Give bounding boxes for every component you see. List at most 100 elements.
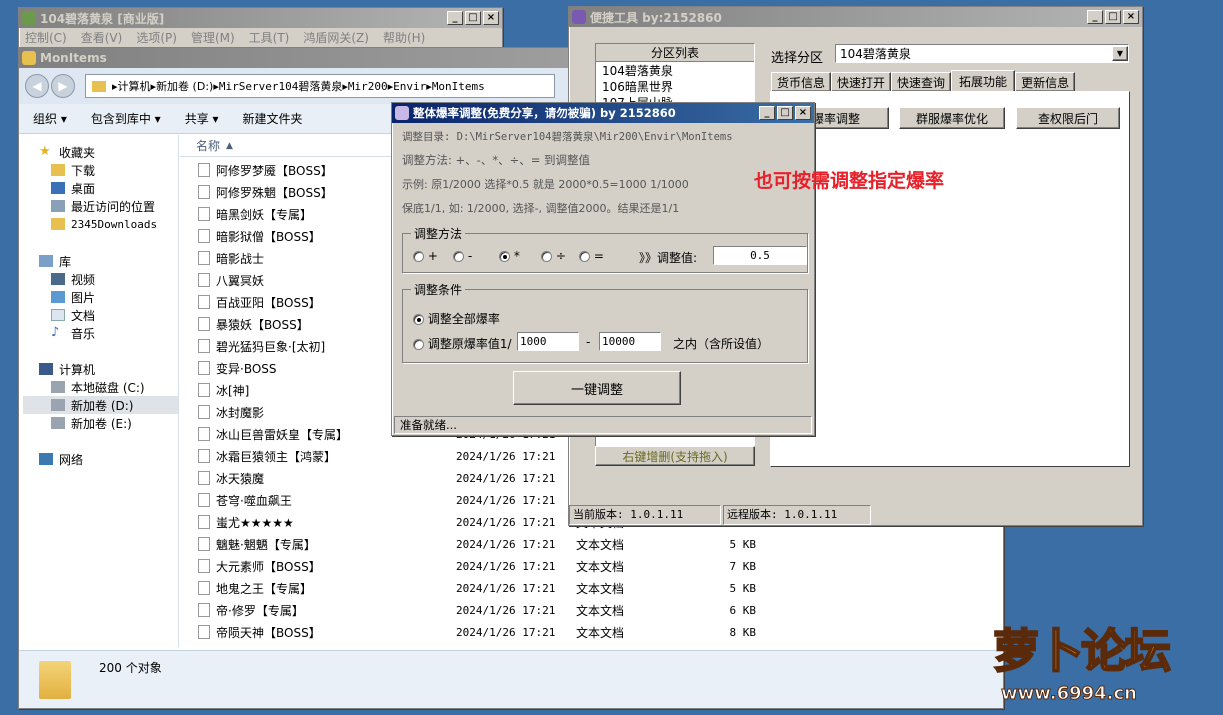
cond-range[interactable]: 调整原爆率值1/	[413, 335, 512, 352]
file-row[interactable]: 魑魅·魍魉【专属】 2024/1/26 17:21 文本文档 5 KB	[180, 533, 960, 555]
nav-drive-c[interactable]: 本地磁盘 (C:)	[51, 378, 145, 396]
maximize-button[interactable]: □	[777, 106, 793, 120]
radio-button[interactable]	[499, 251, 510, 262]
text-file-icon	[198, 493, 210, 507]
file-row[interactable]: 帝陨天神【BOSS】 2024/1/26 17:21 文本文档 8 KB	[180, 621, 960, 643]
chevron-down-icon[interactable]: ▼	[1112, 46, 1128, 61]
nav-favorites[interactable]: ★ 收藏夹	[39, 143, 95, 161]
op-plus[interactable]: +	[413, 249, 438, 263]
nav-videos[interactable]: 视频	[51, 270, 95, 288]
nav-network[interactable]: 网络	[39, 450, 83, 468]
menu-options[interactable]: 选项(P)	[136, 29, 177, 46]
nav-downloads[interactable]: 下载	[51, 161, 95, 179]
tab-extensions[interactable]: 拓展功能	[951, 70, 1016, 92]
close-button[interactable]: ×	[795, 106, 811, 120]
op-divide[interactable]: ÷	[541, 249, 566, 263]
text-file-icon	[198, 581, 210, 595]
op-multiply[interactable]: *	[499, 249, 520, 263]
region-select[interactable]: 104碧落黄泉 ▼	[835, 44, 1129, 63]
tab-quick-query[interactable]: 快速查询	[891, 72, 952, 92]
nav-drive-e[interactable]: 新加卷 (E:)	[51, 414, 132, 432]
minimize-button[interactable]: _	[447, 11, 463, 25]
tab-currency[interactable]: 货币信息	[771, 72, 832, 92]
radio-button[interactable]	[413, 251, 424, 262]
minimize-button[interactable]: _	[1087, 10, 1103, 24]
organize-button[interactable]: 组织 ▾	[33, 110, 67, 127]
menu-control[interactable]: 控制(C)	[25, 29, 67, 46]
nav-documents[interactable]: 文档	[51, 306, 95, 324]
menu-help[interactable]: 帮助(H)	[383, 29, 425, 46]
radio-button[interactable]	[453, 251, 464, 262]
adjust-value-input[interactable]: 0.5	[713, 246, 807, 265]
minimize-button[interactable]: _	[759, 106, 775, 120]
app-icon	[395, 106, 409, 120]
maximize-button[interactable]: □	[1105, 10, 1121, 24]
breadcrumb-server[interactable]: MirServer104碧落黄泉	[219, 78, 342, 94]
file-name: 蚩尤★★★★★	[216, 515, 294, 530]
desktop-icon	[51, 182, 65, 194]
op-minus[interactable]: -	[453, 249, 472, 263]
document-icon	[51, 309, 65, 321]
breadcrumb-monitems[interactable]: MonItems	[432, 80, 485, 93]
menu-view[interactable]: 查看(V)	[81, 29, 123, 46]
range-from-input[interactable]: 1000	[517, 332, 579, 351]
back-button[interactable]: ◀	[25, 74, 49, 98]
cond-all[interactable]: 调整全部爆率	[413, 310, 500, 327]
radio-button[interactable]	[413, 314, 424, 325]
region-item[interactable]: 104碧落黄泉	[596, 62, 754, 78]
file-size: 5 KB	[729, 581, 757, 595]
radio-button[interactable]	[413, 339, 424, 350]
folder-icon	[92, 80, 106, 92]
tab-quick-open[interactable]: 快速打开	[831, 72, 892, 92]
breadcrumb-computer[interactable]: 计算机	[118, 78, 151, 94]
op-equals[interactable]: =	[579, 249, 604, 263]
right-click-hint[interactable]: 右键增删(支持拖入)	[595, 446, 755, 466]
tools-titlebar[interactable]: 便捷工具 by:2152860 _ □ ×	[569, 7, 1142, 27]
dialog-titlebar[interactable]: 整体爆率调整(免费分享，请勿被骗) by 2152860 _ □ ×	[392, 103, 814, 123]
text-file-icon	[198, 449, 210, 463]
text-file-icon	[198, 251, 210, 265]
radio-button[interactable]	[579, 251, 590, 262]
radio-button[interactable]	[541, 251, 552, 262]
check-backdoor-button[interactable]: 查权限后门	[1016, 107, 1120, 129]
menu-gateway[interactable]: 鸿盾网关(Z)	[303, 29, 369, 46]
menu-manage[interactable]: 管理(M)	[191, 29, 235, 46]
breadcrumb-drive[interactable]: 新加卷 (D:)	[156, 78, 213, 94]
menu-tools[interactable]: 工具(T)	[249, 29, 290, 46]
nav-libraries[interactable]: 库	[39, 252, 71, 270]
file-date: 2024/1/26 17:21	[456, 471, 556, 485]
nav-pictures[interactable]: 图片	[51, 288, 95, 306]
tab-updates[interactable]: 更新信息	[1015, 72, 1076, 92]
nav-recent[interactable]: 最近访问的位置	[51, 197, 155, 215]
floor-line: 保底1/1, 如: 1/2000, 选择-, 调整值2000。结果还是1/1	[402, 202, 680, 215]
include-library-button[interactable]: 包含到库中 ▾	[91, 110, 161, 127]
new-folder-button[interactable]: 新建文件夹	[243, 110, 303, 127]
sort-up-icon: ▲	[226, 140, 233, 151]
close-button[interactable]: ×	[483, 11, 499, 25]
breadcrumb-envir[interactable]: Envir	[393, 80, 426, 93]
region-item[interactable]: 106暗黑世界	[596, 78, 754, 94]
file-name: 苍穹·噬血飙王	[216, 493, 292, 508]
nav-2345downloads[interactable]: 2345Downloads	[51, 215, 157, 233]
close-button[interactable]: ×	[1123, 10, 1139, 24]
address-bar[interactable]: ▸ 计算机 ▸ 新加卷 (D:) ▸ MirServer104碧落黄泉 ▸ Mi…	[85, 74, 555, 98]
nav-drive-d[interactable]: 新加卷 (D:)	[23, 396, 178, 414]
nav-computer[interactable]: 计算机	[39, 360, 95, 378]
maximize-button[interactable]: □	[465, 11, 481, 25]
forward-button[interactable]: ▶	[51, 74, 75, 98]
dialog-statusbar: 准备就绪...	[394, 416, 812, 434]
file-row[interactable]: 地鬼之王【专属】 2024/1/26 17:21 文本文档 5 KB	[180, 577, 960, 599]
nav-music[interactable]: ♪ 音乐	[51, 324, 95, 342]
range-to-input[interactable]: 10000	[599, 332, 661, 351]
group-drop-rate-optimize-button[interactable]: 群服爆率优化	[899, 107, 1005, 129]
watermark-brand: 萝卜论坛	[992, 623, 1172, 679]
file-row[interactable]: 帝·修罗【专属】 2024/1/26 17:21 文本文档 6 KB	[180, 599, 960, 621]
computer-icon	[39, 363, 53, 375]
file-row[interactable]: 大元素师【BOSS】 2024/1/26 17:21 文本文档 7 KB	[180, 555, 960, 577]
breadcrumb-mir200[interactable]: Mir200	[348, 80, 388, 93]
apply-adjust-button[interactable]: 一键调整	[513, 371, 681, 405]
server-titlebar[interactable]: 104碧落黄泉 [商业版] _ □ ×	[19, 8, 502, 28]
share-button[interactable]: 共享 ▾	[185, 110, 219, 127]
text-file-icon	[198, 515, 210, 529]
nav-desktop[interactable]: 桌面	[51, 179, 95, 197]
